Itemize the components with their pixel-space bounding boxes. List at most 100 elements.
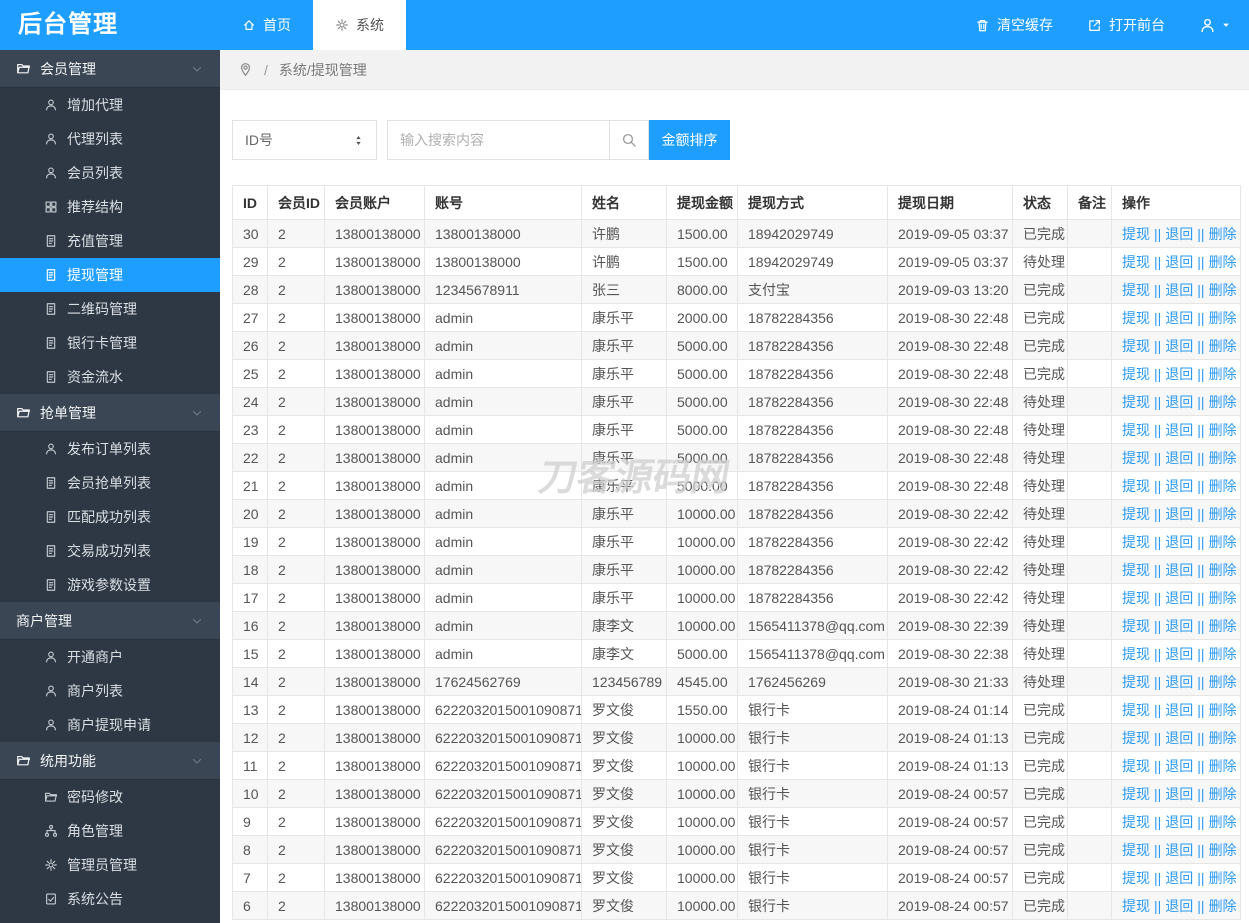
sidebar-item-admin-management[interactable]: 管理员管理 — [0, 848, 220, 882]
op-delete-link[interactable]: 删除 — [1209, 226, 1237, 242]
sidebar-item-open-merchant[interactable]: 开通商户 — [0, 640, 220, 674]
op-withdraw-link[interactable]: 提现 — [1122, 506, 1150, 522]
op-delete-link[interactable]: 删除 — [1209, 702, 1237, 718]
op-withdraw-link[interactable]: 提现 — [1122, 310, 1150, 326]
search-field-select[interactable]: ID号 — [232, 120, 377, 160]
op-return-link[interactable]: 退回 — [1165, 226, 1193, 242]
op-delete-link[interactable]: 删除 — [1209, 450, 1237, 466]
op-return-link[interactable]: 退回 — [1165, 842, 1193, 858]
amount-sort-button[interactable]: 金额排序 — [649, 120, 730, 160]
sidebar-item-qrcode-management[interactable]: 二维码管理 — [0, 292, 220, 326]
sidebar-item-recharge-management[interactable]: 充值管理 — [0, 224, 220, 258]
sidebar-item-merchant-withdraw-request[interactable]: 商户提现申请 — [0, 708, 220, 742]
op-return-link[interactable]: 退回 — [1165, 450, 1193, 466]
op-delete-link[interactable]: 删除 — [1209, 506, 1237, 522]
sidebar-item-add-agent[interactable]: 增加代理 — [0, 88, 220, 122]
op-return-link[interactable]: 退回 — [1165, 310, 1193, 326]
op-delete-link[interactable]: 删除 — [1209, 422, 1237, 438]
search-input[interactable] — [387, 120, 609, 160]
sidebar-section-member-management[interactable]: 会员管理 — [0, 50, 220, 88]
op-delete-link[interactable]: 删除 — [1209, 534, 1237, 550]
op-return-link[interactable]: 退回 — [1165, 786, 1193, 802]
op-delete-link[interactable]: 删除 — [1209, 674, 1237, 690]
sidebar-item-change-password[interactable]: 密码修改 — [0, 780, 220, 814]
op-withdraw-link[interactable]: 提现 — [1122, 618, 1150, 634]
op-return-link[interactable]: 退回 — [1165, 618, 1193, 634]
op-return-link[interactable]: 退回 — [1165, 870, 1193, 886]
clear-cache-button[interactable]: 清空缓存 — [975, 15, 1053, 35]
op-return-link[interactable]: 退回 — [1165, 478, 1193, 494]
op-return-link[interactable]: 退回 — [1165, 422, 1193, 438]
op-delete-link[interactable]: 删除 — [1209, 282, 1237, 298]
op-withdraw-link[interactable]: 提现 — [1122, 590, 1150, 606]
sidebar-item-fund-flow[interactable]: 资金流水 — [0, 360, 220, 394]
op-withdraw-link[interactable]: 提现 — [1122, 450, 1150, 466]
op-withdraw-link[interactable]: 提现 — [1122, 898, 1150, 914]
op-withdraw-link[interactable]: 提现 — [1122, 674, 1150, 690]
op-delete-link[interactable]: 删除 — [1209, 254, 1237, 270]
op-delete-link[interactable]: 删除 — [1209, 870, 1237, 886]
sidebar-item-agent-list[interactable]: 代理列表 — [0, 122, 220, 156]
sidebar-item-system-announcement[interactable]: 系统公告 — [0, 882, 220, 916]
op-withdraw-link[interactable]: 提现 — [1122, 338, 1150, 354]
op-delete-link[interactable]: 删除 — [1209, 478, 1237, 494]
op-delete-link[interactable]: 删除 — [1209, 338, 1237, 354]
op-withdraw-link[interactable]: 提现 — [1122, 814, 1150, 830]
op-delete-link[interactable]: 删除 — [1209, 814, 1237, 830]
op-return-link[interactable]: 退回 — [1165, 282, 1193, 298]
op-delete-link[interactable]: 删除 — [1209, 646, 1237, 662]
op-withdraw-link[interactable]: 提现 — [1122, 646, 1150, 662]
sidebar-item-member-grab-list[interactable]: 会员抢单列表 — [0, 466, 220, 500]
sidebar-item-trade-success-list[interactable]: 交易成功列表 — [0, 534, 220, 568]
sidebar-item-merchant-list[interactable]: 商户列表 — [0, 674, 220, 708]
sidebar-item-bankcard-management[interactable]: 银行卡管理 — [0, 326, 220, 360]
op-delete-link[interactable]: 删除 — [1209, 394, 1237, 410]
op-delete-link[interactable]: 删除 — [1209, 758, 1237, 774]
op-withdraw-link[interactable]: 提现 — [1122, 758, 1150, 774]
user-menu[interactable] — [1199, 17, 1231, 34]
op-return-link[interactable]: 退回 — [1165, 534, 1193, 550]
op-delete-link[interactable]: 删除 — [1209, 590, 1237, 606]
op-withdraw-link[interactable]: 提现 — [1122, 366, 1150, 382]
op-return-link[interactable]: 退回 — [1165, 254, 1193, 270]
op-withdraw-link[interactable]: 提现 — [1122, 394, 1150, 410]
op-withdraw-link[interactable]: 提现 — [1122, 254, 1150, 270]
op-delete-link[interactable]: 删除 — [1209, 618, 1237, 634]
sidebar-item-referral-structure[interactable]: 推荐结构 — [0, 190, 220, 224]
op-delete-link[interactable]: 删除 — [1209, 310, 1237, 326]
sidebar-item-member-list[interactable]: 会员列表 — [0, 156, 220, 190]
op-delete-link[interactable]: 删除 — [1209, 898, 1237, 914]
op-withdraw-link[interactable]: 提现 — [1122, 786, 1150, 802]
sidebar-section-merchant-management[interactable]: 商户管理 — [0, 602, 220, 640]
op-withdraw-link[interactable]: 提现 — [1122, 702, 1150, 718]
sidebar-item-game-param-settings[interactable]: 游戏参数设置 — [0, 568, 220, 602]
sidebar-item-published-order-list[interactable]: 发布订单列表 — [0, 432, 220, 466]
sidebar-item-withdraw-management[interactable]: 提现管理 — [0, 258, 220, 292]
op-withdraw-link[interactable]: 提现 — [1122, 226, 1150, 242]
op-delete-link[interactable]: 删除 — [1209, 730, 1237, 746]
sidebar-item-role-management[interactable]: 角色管理 — [0, 814, 220, 848]
op-delete-link[interactable]: 删除 — [1209, 842, 1237, 858]
op-withdraw-link[interactable]: 提现 — [1122, 842, 1150, 858]
op-return-link[interactable]: 退回 — [1165, 506, 1193, 522]
op-return-link[interactable]: 退回 — [1165, 814, 1193, 830]
sidebar-section-order-grab-management[interactable]: 抢单管理 — [0, 394, 220, 432]
tab-system[interactable]: 系统 — [313, 0, 406, 50]
op-withdraw-link[interactable]: 提现 — [1122, 478, 1150, 494]
sidebar-item-match-success-list[interactable]: 匹配成功列表 — [0, 500, 220, 534]
op-return-link[interactable]: 退回 — [1165, 394, 1193, 410]
op-withdraw-link[interactable]: 提现 — [1122, 282, 1150, 298]
op-return-link[interactable]: 退回 — [1165, 366, 1193, 382]
op-return-link[interactable]: 退回 — [1165, 730, 1193, 746]
op-withdraw-link[interactable]: 提现 — [1122, 534, 1150, 550]
op-return-link[interactable]: 退回 — [1165, 702, 1193, 718]
op-withdraw-link[interactable]: 提现 — [1122, 422, 1150, 438]
op-withdraw-link[interactable]: 提现 — [1122, 562, 1150, 578]
op-withdraw-link[interactable]: 提现 — [1122, 730, 1150, 746]
sidebar-section-common-functions[interactable]: 统用功能 — [0, 742, 220, 780]
op-delete-link[interactable]: 删除 — [1209, 366, 1237, 382]
op-return-link[interactable]: 退回 — [1165, 758, 1193, 774]
op-return-link[interactable]: 退回 — [1165, 338, 1193, 354]
op-withdraw-link[interactable]: 提现 — [1122, 870, 1150, 886]
op-return-link[interactable]: 退回 — [1165, 674, 1193, 690]
